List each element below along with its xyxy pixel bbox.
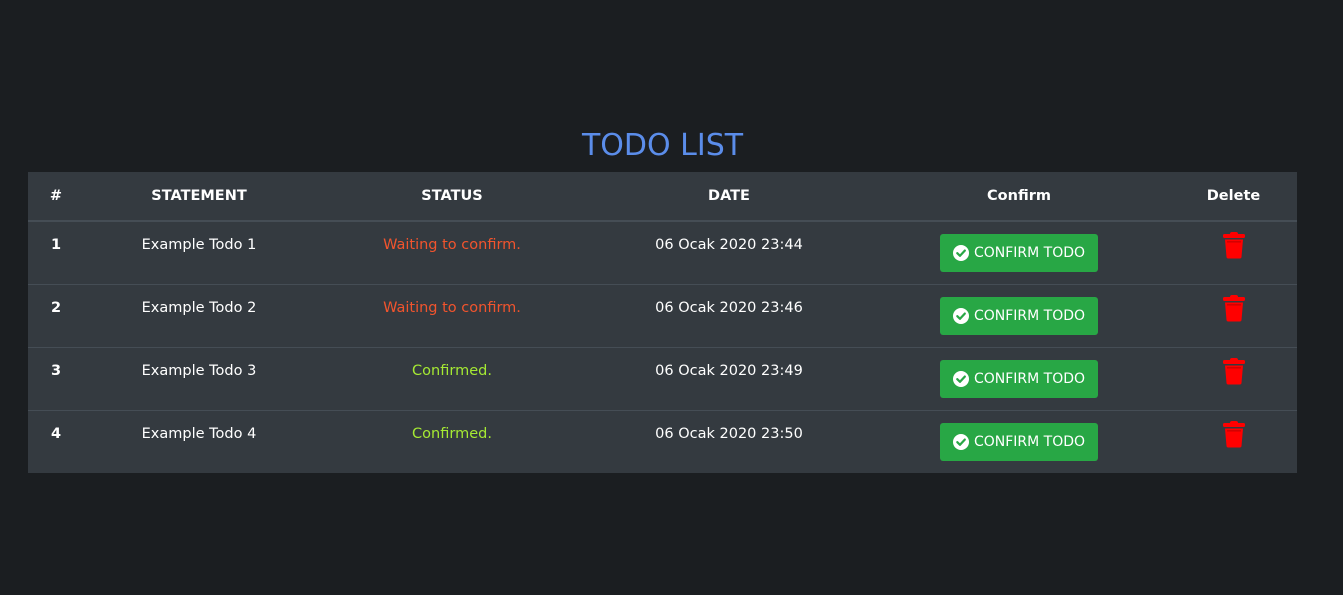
header-confirm: Confirm: [868, 172, 1170, 222]
header-row: # STATEMENT STATUS DATE Confirm Delete: [28, 172, 1297, 222]
table-row: 2 Example Todo 2 Waiting to confirm. 06 Oca…: [28, 284, 1297, 348]
header-num: #: [28, 172, 84, 222]
delete-cell: [1170, 221, 1297, 285]
date-cell: 06 Ocak 2020 23:49: [590, 347, 868, 411]
confirm-todo-button[interactable]: CONFIRM TODO: [939, 234, 1099, 272]
row-number-cell: 2: [28, 284, 84, 348]
row-number: 3: [50, 363, 62, 379]
date-cell: 06 Ocak 2020 23:46: [590, 284, 868, 348]
confirm-todo-button[interactable]: CONFIRM TODO: [939, 423, 1099, 461]
todo-statement: Example Todo 3: [141, 363, 257, 379]
todo-statement: Example Todo 1: [141, 237, 257, 253]
header-status: STATUS: [314, 172, 590, 222]
statement-cell: Example Todo 2: [84, 284, 314, 348]
row-number-cell: 3: [28, 347, 84, 411]
delete-cell: [1170, 347, 1297, 411]
confirm-todo-button[interactable]: CONFIRM TODO: [939, 360, 1099, 398]
todo-date: 06 Ocak 2020 23:44: [655, 237, 803, 253]
status-cell: Confirmed.: [314, 410, 590, 473]
trash-icon[interactable]: [1222, 231, 1246, 259]
todo-statement: Example Todo 2: [141, 300, 257, 316]
check-circle-icon: [952, 434, 969, 450]
confirm-button-label: CONFIRM TODO: [973, 371, 1086, 387]
status-cell: Confirmed.: [314, 347, 590, 411]
delete-cell: [1170, 284, 1297, 348]
date-cell: 06 Ocak 2020 23:44: [590, 221, 868, 285]
todo-date: 06 Ocak 2020 23:49: [655, 363, 803, 379]
table-header: # STATEMENT STATUS DATE Confirm Delete: [28, 172, 1297, 222]
confirm-todo-button[interactable]: CONFIRM TODO: [939, 297, 1099, 335]
trash-icon[interactable]: [1222, 357, 1246, 385]
confirm-cell: CONFIRM TODO: [868, 347, 1170, 411]
trash-icon[interactable]: [1222, 294, 1246, 322]
row-number: 2: [50, 300, 62, 316]
check-circle-icon: [952, 245, 969, 261]
row-number-cell: 4: [28, 410, 84, 473]
row-number: 4: [50, 426, 62, 442]
header-delete: Delete: [1170, 172, 1297, 222]
table-row: 1 Example Todo 1 Waiting to confirm. 06 Oca…: [28, 221, 1297, 285]
todo-table: # STATEMENT STATUS DATE Confirm Delete 1…: [28, 172, 1297, 473]
todo-status: Waiting to confirm.: [383, 237, 521, 253]
todo-date: 06 Ocak 2020 23:46: [655, 300, 803, 316]
statement-cell: Example Todo 1: [84, 221, 314, 285]
confirm-button-label: CONFIRM TODO: [973, 308, 1086, 324]
todo-date: 06 Ocak 2020 23:50: [655, 426, 803, 442]
statement-cell: Example Todo 3: [84, 347, 314, 411]
statement-cell: Example Todo 4: [84, 410, 314, 473]
table-row: 4 Example Todo 4 Confirmed. 06 Ocak 2020 23…: [28, 410, 1297, 473]
date-cell: 06 Ocak 2020 23:50: [590, 410, 868, 473]
table-row: 3 Example Todo 3 Confirmed. 06 Ocak 2020 23…: [28, 347, 1297, 411]
todo-status: Waiting to confirm.: [383, 300, 521, 316]
row-number: 1: [50, 237, 62, 253]
status-cell: Waiting to confirm.: [314, 284, 590, 348]
confirm-cell: CONFIRM TODO: [868, 221, 1170, 285]
status-cell: Waiting to confirm.: [314, 221, 590, 285]
todo-status: Confirmed.: [412, 363, 492, 379]
todo-statement: Example Todo 4: [141, 426, 257, 442]
table-body: 1 Example Todo 1 Waiting to confirm. 06 Oca…: [28, 221, 1297, 473]
confirm-cell: CONFIRM TODO: [868, 410, 1170, 473]
todo-status: Confirmed.: [412, 426, 492, 442]
row-number-cell: 1: [28, 221, 84, 285]
confirm-button-label: CONFIRM TODO: [973, 245, 1086, 261]
trash-icon[interactable]: [1222, 420, 1246, 448]
page-title: TODO LIST: [581, 128, 744, 163]
confirm-cell: CONFIRM TODO: [868, 284, 1170, 348]
header-statement: STATEMENT: [84, 172, 314, 222]
check-circle-icon: [952, 371, 969, 387]
delete-cell: [1170, 410, 1297, 473]
confirm-button-label: CONFIRM TODO: [973, 434, 1086, 450]
check-circle-icon: [952, 308, 969, 324]
header-date: DATE: [590, 172, 868, 222]
